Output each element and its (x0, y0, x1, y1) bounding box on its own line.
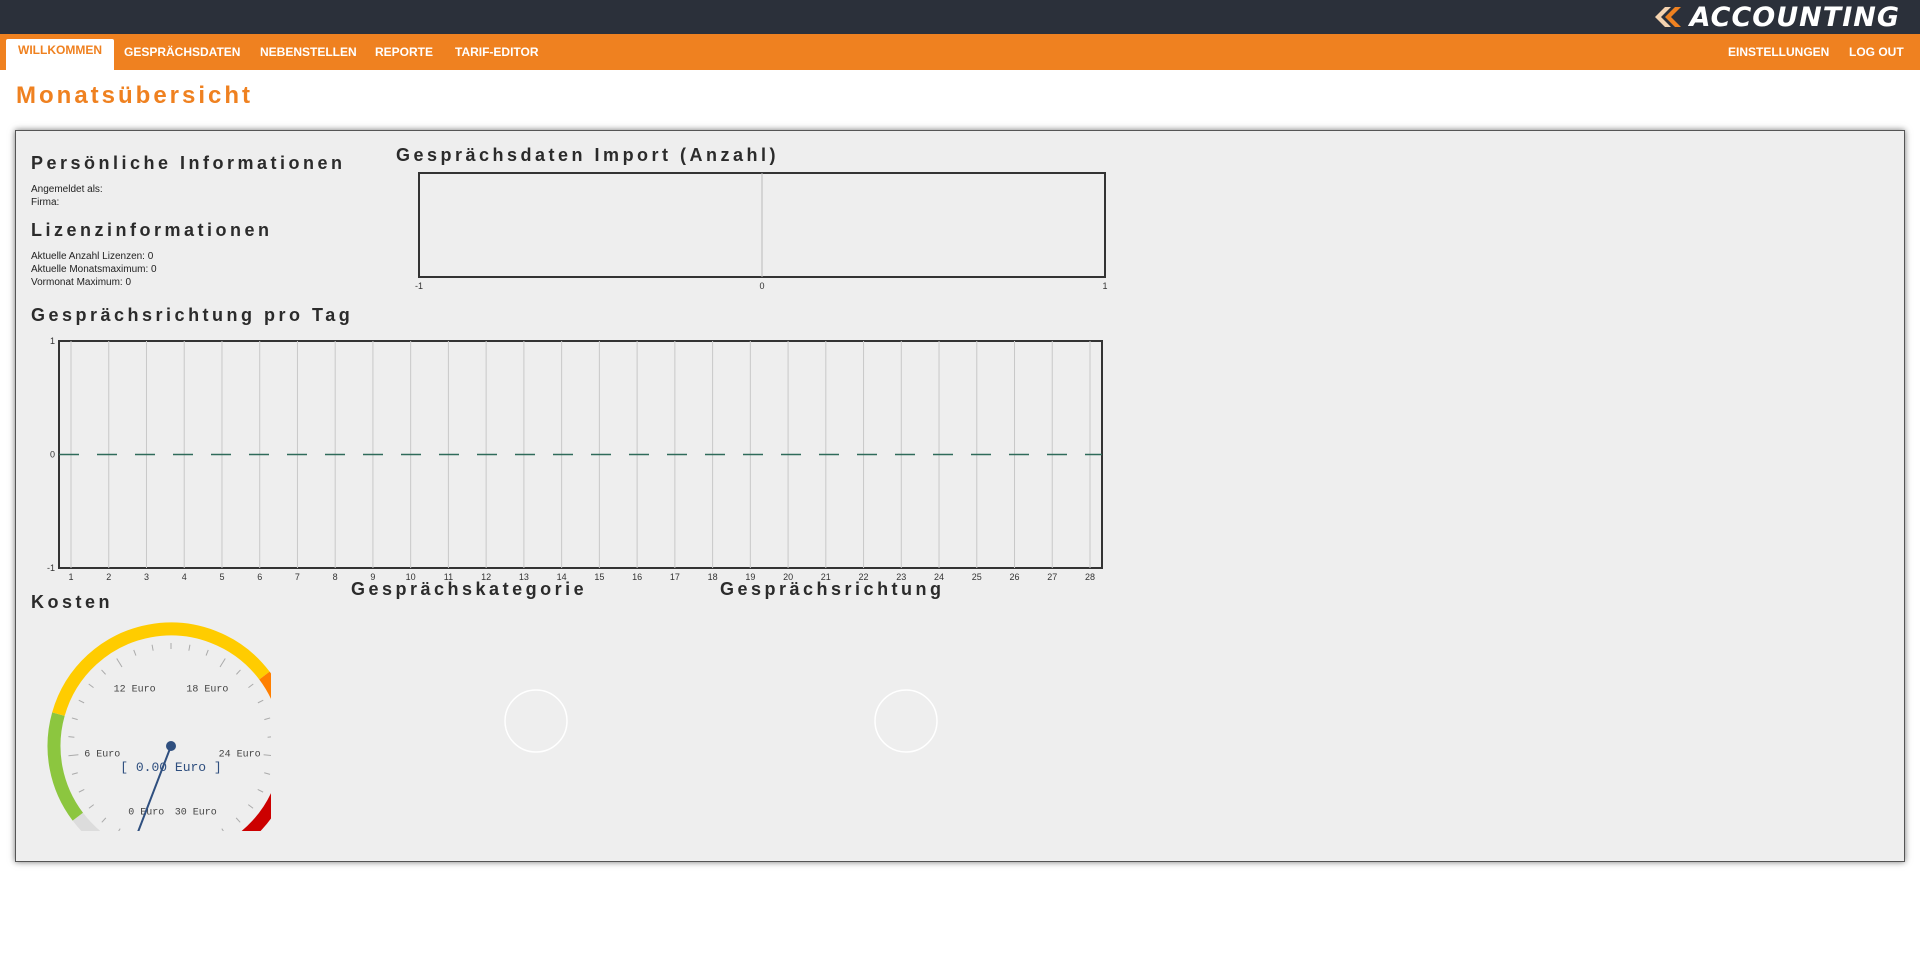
gauge-tick (257, 699, 264, 704)
app-logo[interactable]: ACCOUNTING (1653, 1, 1900, 33)
gauge-tick (78, 788, 85, 793)
day-chart-x-tick: 27 (1047, 572, 1057, 582)
personal-info: Angemeldet als: Firma: (31, 183, 103, 209)
gauge-tick (101, 669, 106, 675)
main-navigation: WILLKOMMEN GESPRÄCHSDATEN NEBENSTELLEN R… (0, 34, 1920, 70)
nav-tarif-editor[interactable]: TARIF-EDITOR (443, 34, 551, 70)
gauge-tick (151, 644, 154, 651)
gauge-tick (205, 649, 209, 656)
day-chart-y-tick: 0 (50, 450, 55, 460)
day-chart-x-tick: 4 (182, 572, 187, 582)
gauge-tick (78, 699, 85, 704)
gauge-tick (68, 754, 79, 757)
day-chart-x-tick: 25 (972, 572, 982, 582)
import-chart-heading: Gesprächsdaten Import (Anzahl) (396, 145, 780, 165)
logged-in-as-label: Angemeldet als: (31, 184, 103, 195)
category-heading: Gesprächskategorie (351, 579, 588, 599)
import-chart-x-tick: 1 (1102, 281, 1107, 291)
day-chart-x-tick: 1 (68, 572, 73, 582)
gauge-tick (236, 669, 241, 675)
gauge-tick (101, 817, 107, 823)
direction-pie-outline (874, 689, 938, 753)
costs-gauge: 0 Euro6 Euro12 Euro 18 Euro24 Euro30 Euro… (47, 622, 271, 831)
direction-per-day-heading: Gesprächsrichtung pro Tag (31, 305, 354, 325)
gauge-band (72, 812, 101, 831)
top-bar: ACCOUNTING (0, 0, 1920, 34)
import-chart-x-tick: 0 (759, 281, 764, 291)
license-info: Aktuelle Anzahl Lizenzen: 0 Aktuelle Mon… (31, 250, 157, 289)
gauge-tick (118, 828, 121, 831)
page-title: Monatsübersicht (16, 82, 254, 109)
license-info-heading: Lizenzinformationen (31, 220, 273, 240)
gauge-band (52, 622, 270, 716)
costs-heading: Kosten (31, 592, 114, 612)
gauge-tick (235, 817, 241, 823)
gauge-band (259, 671, 271, 700)
gauge-tick (267, 736, 271, 738)
day-chart-x-tick: 16 (632, 572, 642, 582)
gauge-tick (68, 736, 75, 738)
day-chart-x-tick: 28 (1085, 572, 1095, 582)
gauge-tick (116, 658, 123, 668)
gauge-tick-label: 30 Euro (175, 807, 217, 818)
nav-nebenstellen[interactable]: NEBENSTELLEN (248, 34, 369, 70)
company-label: Firma: (31, 197, 60, 208)
logo-text: ACCOUNTING (1689, 1, 1900, 33)
gauge-tick (88, 804, 95, 809)
gauge-band (47, 712, 84, 821)
gauge-tick (264, 772, 271, 775)
gauge-tick-label: 24 Euro (219, 749, 261, 760)
nav-logout[interactable]: LOG OUT (1837, 34, 1916, 70)
gauge-band (241, 792, 271, 831)
gauge-tick-label: 6 Euro (84, 749, 120, 760)
gauge-tick (71, 772, 78, 775)
direction-pie-chart (874, 689, 938, 753)
license-month-max: Aktuelle Monatsmaximum: 0 (31, 264, 157, 275)
day-chart-y-tick: -1 (47, 563, 55, 573)
day-chart-x-tick: 18 (708, 572, 718, 582)
import-chart-x-tick: -1 (415, 281, 423, 291)
day-chart-x-tick: 17 (670, 572, 680, 582)
gauge-needle-hub (166, 741, 176, 751)
day-chart-x-tick: 15 (594, 572, 604, 582)
gauge-tick (88, 683, 94, 689)
gauge-tick (257, 788, 264, 793)
day-chart-x-tick: 2 (106, 572, 111, 582)
nav-reporte[interactable]: REPORTE (363, 34, 445, 70)
dashboard-panel: Persönliche Informationen Angemeldet als… (15, 130, 1905, 862)
day-chart-y-tick: 1 (50, 337, 55, 346)
gauge-tick (264, 717, 271, 721)
double-chevron-left-icon (1654, 7, 1681, 27)
nav-einstellungen[interactable]: EINSTELLUNGEN (1716, 34, 1841, 70)
gauge-tick-label: 12 Euro (114, 684, 156, 695)
nav-willkommen[interactable]: WILLKOMMEN (6, 39, 114, 70)
gauge-value-label: [ 0.00 Euro ] (120, 760, 221, 775)
direction-per-day-chart: 1 2 3 4 5 6 7 8 9 10 11 12 13 14 15 16 17 18 19 20 21 22 23 24 2… (47, 337, 1103, 582)
gauge-tick (248, 683, 254, 689)
category-pie-outline (504, 689, 568, 753)
direction-heading: Gesprächsrichtung (720, 579, 945, 599)
gauge-tick (71, 717, 78, 721)
day-chart-x-tick: 8 (333, 572, 338, 582)
day-chart-x-tick: 6 (257, 572, 262, 582)
gauge-tick (133, 649, 137, 656)
license-count: Aktuelle Anzahl Lizenzen: 0 (31, 251, 154, 262)
gauge-tick (221, 828, 224, 831)
gauge-tick (188, 644, 191, 651)
personal-info-heading: Persönliche Informationen (31, 153, 346, 173)
import-chart: -1 0 1 (415, 172, 1108, 291)
gauge-tick (247, 804, 254, 809)
day-chart-x-tick: 3 (144, 572, 149, 582)
gauge-tick (219, 658, 226, 668)
day-chart-x-tick: 7 (295, 572, 300, 582)
day-chart-x-tick: 5 (219, 572, 224, 582)
gauge-tick-label: 18 Euro (186, 684, 228, 695)
gauge-tick (263, 754, 271, 756)
nav-gespraechsdaten[interactable]: GESPRÄCHSDATEN (112, 34, 252, 70)
category-pie-chart (504, 689, 568, 753)
license-prev-month-max: Vormonat Maximum: 0 (31, 277, 132, 288)
day-chart-x-tick: 26 (1010, 572, 1020, 582)
